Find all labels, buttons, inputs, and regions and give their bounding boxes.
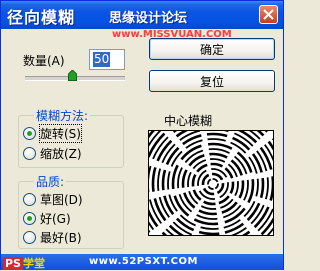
radio-good-label[interactable]: 好(G) [40,210,71,227]
reset-button[interactable]: 复位 [149,70,275,92]
blur-ring [167,138,259,230]
footer-logo-ps: PS [3,257,23,270]
preview-label: 中心模糊 [164,114,213,128]
ok-button[interactable]: 确定 [149,38,275,60]
spin-blur-preview-graphic [149,131,273,235]
radio-zoom[interactable] [23,147,36,160]
blur-ring [207,178,219,190]
footer-logo: PS 学堂 [3,255,45,271]
radio-spin-label[interactable]: 旋转(S) [39,124,82,143]
title-bar[interactable]: 径向模糊 思缘设计论坛www.MISSVUAN.COM [1,1,283,40]
watermark-cn: 思缘设计论坛 [109,11,188,26]
title-watermark: 思缘设计论坛www.MISSVUAN.COM [109,7,283,40]
close-icon [263,9,274,20]
radio-best-label[interactable]: 最好(B) [40,229,82,246]
radial-blur-dialog: 径向模糊 思缘设计论坛www.MISSVUAN.COM 数量(A) 50 确定 … [0,0,284,270]
radio-draft[interactable] [23,193,36,206]
blur-center-preview[interactable] [148,130,274,236]
blur-ring [187,158,239,210]
radio-good[interactable] [23,212,36,225]
blur-ring [171,142,255,226]
radio-draft-label[interactable]: 草图(D) [40,191,83,208]
amount-input[interactable]: 50 [89,49,125,70]
quality-title: 品质: [34,173,67,190]
blur-method-title: 模糊方法: [34,107,91,124]
close-button[interactable] [259,5,278,24]
window-title: 径向模糊 [7,8,76,27]
footer-watermark-bar: PS 学堂 www.52PSXT.COM [1,254,283,270]
amount-value: 50 [93,52,111,67]
radio-best[interactable] [23,231,36,244]
blur-ring [191,162,235,206]
amount-label: 数量(A) [23,54,65,68]
amount-slider-thumb[interactable] [68,70,77,81]
footer-logo-text: 学堂 [22,257,45,270]
radio-spin[interactable] [23,127,36,140]
radio-zoom-label[interactable]: 缩放(Z) [40,145,82,162]
blur-ring [201,172,225,196]
footer-url: www.52PSXT.COM [89,256,198,267]
